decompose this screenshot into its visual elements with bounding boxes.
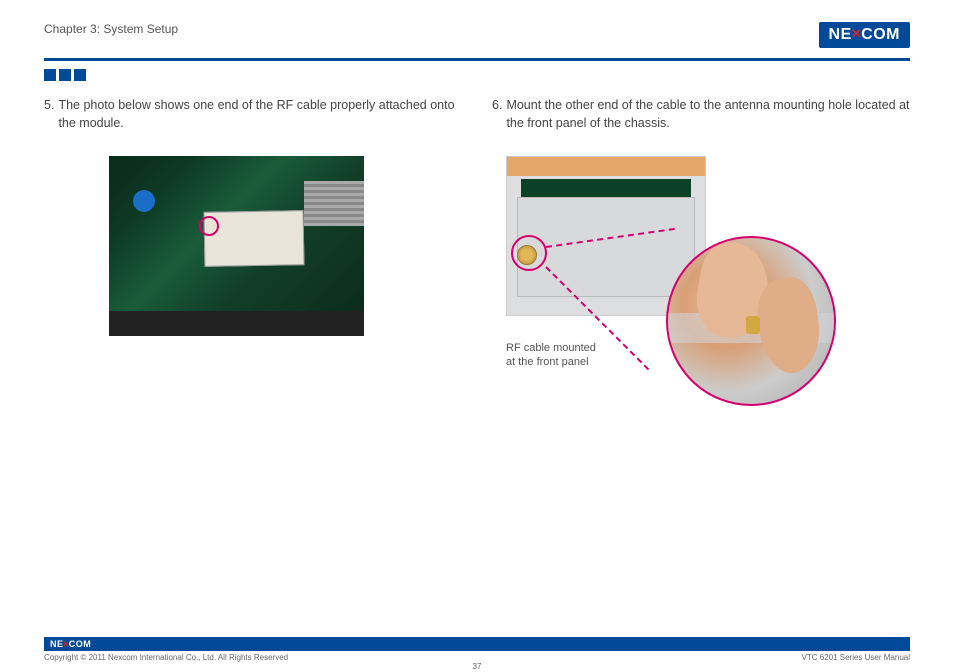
- square-icon: [74, 69, 86, 81]
- step-text: The photo below shows one end of the RF …: [58, 97, 462, 132]
- brand-logo: NE✕COM: [819, 22, 910, 48]
- header-divider: [44, 58, 910, 61]
- logo-pre: NE: [50, 639, 64, 649]
- right-column: 6. Mount the other end of the cable to t…: [492, 97, 910, 637]
- footer-bar: NE✕COM: [44, 637, 910, 651]
- highlight-ring-icon: [199, 216, 219, 236]
- logo-pre: NE: [829, 26, 852, 44]
- logo-x-icon: ✕: [851, 26, 862, 42]
- decorative-squares: [44, 69, 910, 81]
- logo-post: COM: [69, 639, 92, 649]
- chapter-title: Chapter 3: System Setup: [44, 22, 178, 36]
- photo-motherboard: [109, 156, 364, 336]
- highlight-ring-icon: [511, 235, 547, 271]
- left-column: 5. The photo below shows one end of the …: [44, 97, 462, 637]
- footer-meta: Copyright © 2011 Nexcom International Co…: [44, 651, 910, 662]
- chassis-edge: [109, 311, 364, 336]
- photo-closeup: [666, 236, 836, 406]
- battery-icon: [133, 190, 155, 212]
- footer-logo: NE✕COM: [50, 639, 91, 649]
- caption-line: RF cable mounted: [506, 341, 596, 355]
- step-6: 6. Mount the other end of the cable to t…: [492, 97, 910, 132]
- page-header: Chapter 3: System Setup NE✕COM: [44, 22, 910, 48]
- square-icon: [44, 69, 56, 81]
- copyright-text: Copyright © 2011 Nexcom International Co…: [44, 653, 288, 662]
- step-5: 5. The photo below shows one end of the …: [44, 97, 462, 132]
- logo-post: COM: [861, 26, 900, 44]
- page-number: 37: [473, 662, 482, 671]
- ribbon-cable: [304, 181, 364, 226]
- caption-line: at the front panel: [506, 355, 596, 369]
- step-number: 6.: [492, 97, 502, 132]
- photo-front-panel-group: RF cable mounted at the front panel: [506, 156, 910, 416]
- step-number: 5.: [44, 97, 54, 132]
- photo-caption: RF cable mounted at the front panel: [506, 341, 596, 370]
- module-card: [204, 210, 305, 267]
- page-footer: NE✕COM Copyright © 2011 Nexcom Internati…: [44, 637, 910, 662]
- square-icon: [59, 69, 71, 81]
- step-text: Mount the other end of the cable to the …: [506, 97, 910, 132]
- connector-piece: [746, 316, 760, 334]
- content-columns: 5. The photo below shows one end of the …: [44, 97, 910, 637]
- doc-title: VTC 6201 Series User Manual: [802, 653, 911, 662]
